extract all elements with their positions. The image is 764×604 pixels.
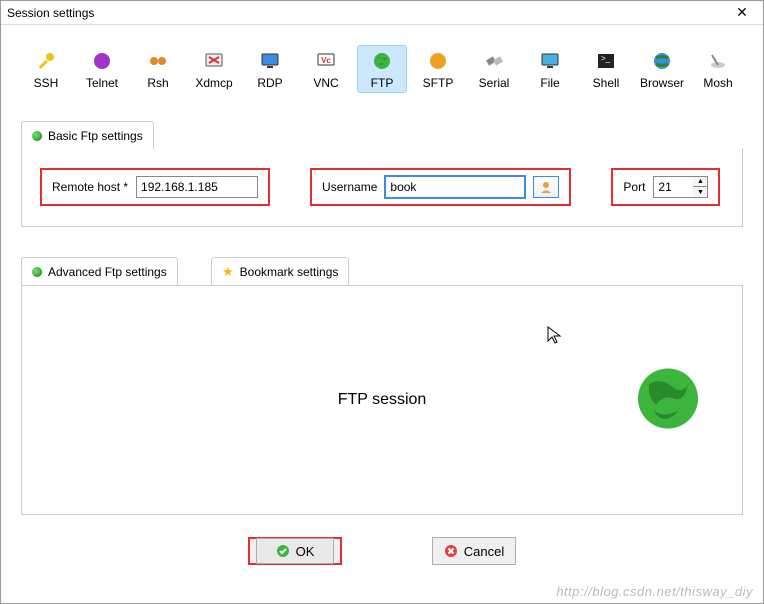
protocol-sftp[interactable]: SFTP bbox=[413, 45, 463, 93]
username-group: Username bbox=[310, 168, 571, 206]
session-title: FTP session bbox=[338, 391, 427, 409]
browser-globe-icon bbox=[640, 50, 684, 72]
protocol-telnet[interactable]: Telnet bbox=[77, 45, 127, 93]
globe-dot-icon bbox=[32, 131, 42, 141]
rdp-icon bbox=[248, 50, 292, 72]
close-icon[interactable]: ✕ bbox=[727, 4, 757, 21]
protocol-label: Browser bbox=[640, 76, 684, 90]
user-lookup-button[interactable] bbox=[533, 176, 559, 198]
protocol-label: VNC bbox=[304, 76, 348, 90]
spinner-down[interactable]: ▼ bbox=[693, 187, 707, 197]
protocol-label: Xdmcp bbox=[192, 76, 236, 90]
protocol-label: File bbox=[528, 76, 572, 90]
ok-label: OK bbox=[296, 544, 315, 559]
protocol-file[interactable]: File bbox=[525, 45, 575, 93]
content-area: SSH Telnet Rsh Xdmcp RDP bbox=[1, 25, 763, 575]
port-label: Port bbox=[623, 180, 645, 194]
window-title: Session settings bbox=[7, 6, 727, 20]
lower-panel: FTP session bbox=[21, 285, 743, 515]
mosh-icon bbox=[696, 50, 740, 72]
protocol-label: RDP bbox=[248, 76, 292, 90]
remote-host-input[interactable] bbox=[136, 176, 258, 198]
watermark-text: http://blog.csdn.net/thisway_diy bbox=[556, 584, 753, 599]
xdmcp-icon bbox=[192, 50, 236, 72]
basic-fields-row: Remote host * Username Port ▲ ▼ bbox=[40, 168, 724, 206]
remote-host-group: Remote host * bbox=[40, 168, 270, 206]
spinner-up[interactable]: ▲ bbox=[693, 177, 707, 187]
protocol-xdmcp[interactable]: Xdmcp bbox=[189, 45, 239, 93]
shell-icon: >_ bbox=[584, 50, 628, 72]
sftp-icon bbox=[416, 50, 460, 72]
big-globe-icon bbox=[634, 365, 702, 436]
port-input[interactable] bbox=[653, 176, 693, 198]
cursor-icon bbox=[547, 326, 563, 349]
protocol-label: Serial bbox=[472, 76, 516, 90]
tab-label: Bookmark settings bbox=[240, 265, 339, 279]
protocol-rdp[interactable]: RDP bbox=[245, 45, 295, 93]
svg-text:Vc: Vc bbox=[321, 56, 331, 65]
protocol-ftp[interactable]: FTP bbox=[357, 45, 407, 93]
username-label: Username bbox=[322, 180, 377, 194]
cancel-label: Cancel bbox=[464, 544, 504, 559]
file-icon bbox=[528, 50, 572, 72]
protocol-row: SSH Telnet Rsh Xdmcp RDP bbox=[21, 45, 743, 93]
tab-bookmark[interactable]: ★ Bookmark settings bbox=[211, 257, 349, 285]
serial-icon bbox=[472, 50, 516, 72]
protocol-shell[interactable]: >_ Shell bbox=[581, 45, 631, 93]
vnc-icon: Vc bbox=[304, 50, 348, 72]
lower-tab-strip: Advanced Ftp settings ★ Bookmark setting… bbox=[21, 257, 743, 285]
remote-host-label: Remote host * bbox=[52, 180, 128, 194]
protocol-label: Rsh bbox=[136, 76, 180, 90]
protocol-ssh[interactable]: SSH bbox=[21, 45, 71, 93]
protocol-label: Mosh bbox=[696, 76, 740, 90]
basic-panel: Remote host * Username Port ▲ ▼ bbox=[21, 148, 743, 227]
tab-basic-ftp[interactable]: Basic Ftp settings bbox=[21, 121, 154, 149]
titlebar: Session settings ✕ bbox=[1, 1, 763, 25]
ok-button-highlight: OK bbox=[248, 537, 342, 565]
port-spinner: ▲ ▼ bbox=[693, 176, 708, 198]
protocol-label: SSH bbox=[24, 76, 68, 90]
globe-icon bbox=[360, 50, 404, 72]
tab-label: Advanced Ftp settings bbox=[48, 265, 167, 279]
protocol-rsh[interactable]: Rsh bbox=[133, 45, 183, 93]
protocol-mosh[interactable]: Mosh bbox=[693, 45, 743, 93]
protocol-label: Telnet bbox=[80, 76, 124, 90]
tab-label: Basic Ftp settings bbox=[48, 129, 143, 143]
protocol-label: FTP bbox=[360, 76, 404, 90]
svg-text:>_: >_ bbox=[601, 54, 611, 63]
button-row: OK Cancel bbox=[21, 537, 743, 565]
cancel-button[interactable]: Cancel bbox=[432, 537, 516, 565]
check-circle-icon bbox=[276, 544, 290, 558]
port-group: Port ▲ ▼ bbox=[611, 168, 720, 206]
key-icon bbox=[24, 50, 68, 72]
protocol-serial[interactable]: Serial bbox=[469, 45, 519, 93]
star-icon: ★ bbox=[222, 264, 234, 280]
username-input[interactable] bbox=[385, 176, 525, 198]
globe-dot-icon bbox=[32, 267, 42, 277]
protocol-browser[interactable]: Browser bbox=[637, 45, 687, 93]
cancel-circle-icon bbox=[444, 544, 458, 558]
telnet-icon bbox=[80, 50, 124, 72]
protocol-vnc[interactable]: Vc VNC bbox=[301, 45, 351, 93]
basic-tab-strip: Basic Ftp settings bbox=[21, 121, 743, 149]
protocol-label: Shell bbox=[584, 76, 628, 90]
tab-advanced-ftp[interactable]: Advanced Ftp settings bbox=[21, 257, 178, 285]
person-icon bbox=[539, 180, 553, 194]
protocol-label: SFTP bbox=[416, 76, 460, 90]
rsh-icon bbox=[136, 50, 180, 72]
ok-button[interactable]: OK bbox=[256, 538, 334, 564]
